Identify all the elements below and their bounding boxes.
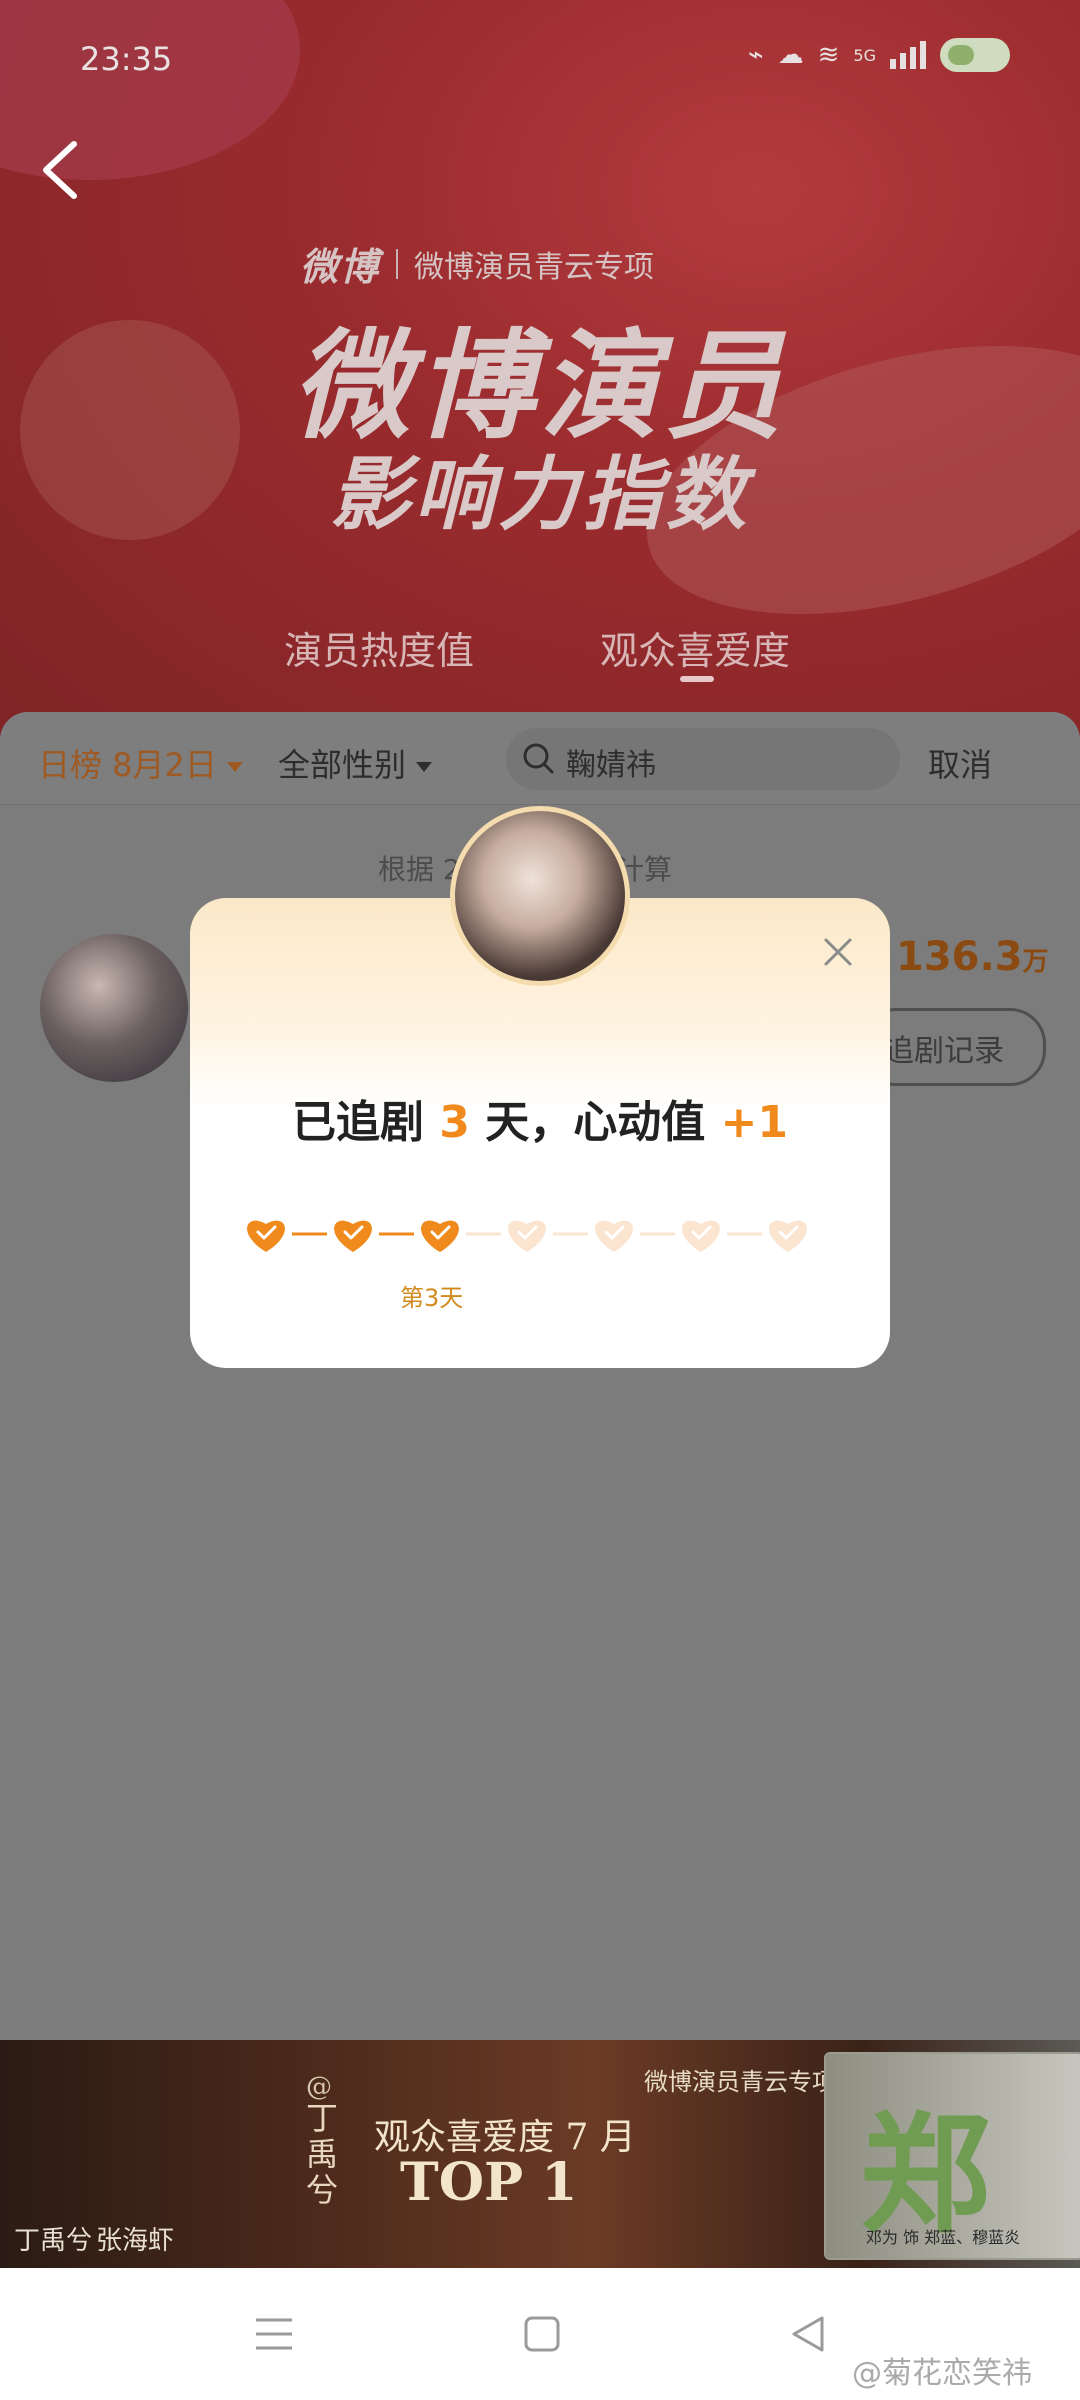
tab-active-indicator bbox=[680, 676, 714, 682]
banner-poster-credit: 邓为 饰 郑蓝、穆蓝炎 bbox=[866, 2228, 1021, 2247]
score-value: 136.3万 bbox=[896, 934, 1049, 980]
record-button-label: 追剧记录 bbox=[884, 1034, 1004, 1069]
home-icon[interactable] bbox=[522, 2314, 562, 2354]
weibo-logo: 微博 bbox=[300, 245, 381, 289]
gender-filter-label: 全部性别 bbox=[278, 746, 407, 784]
notification-icon: ☁ bbox=[777, 40, 804, 70]
heart-empty-icon bbox=[769, 1220, 807, 1252]
divider bbox=[396, 248, 399, 279]
cancel-button[interactable]: 取消 bbox=[928, 740, 992, 786]
back-nav-icon[interactable] bbox=[788, 2314, 828, 2354]
watermark: @菊花恋笑祎 bbox=[852, 2356, 1032, 2391]
close-icon[interactable] bbox=[822, 936, 854, 968]
brand-subtitle: 微博演员青云专项 bbox=[414, 249, 655, 285]
avatar bbox=[450, 806, 630, 986]
date-filter-label: 日榜 8月2日 bbox=[38, 746, 217, 784]
banner-at: @ bbox=[306, 2072, 332, 2102]
heart-points: +1 bbox=[720, 1097, 789, 1148]
banner-name-2: 张海虾 bbox=[96, 2226, 175, 2256]
search-input[interactable]: 鞠婧祎 bbox=[506, 728, 900, 790]
signal-icon bbox=[890, 41, 926, 69]
basis-note-left: 根据 2 bbox=[378, 853, 461, 886]
menu-icon[interactable] bbox=[254, 2314, 294, 2354]
score-unit: 万 bbox=[1022, 947, 1049, 977]
banner-name-vertical: 丁禹兮 bbox=[306, 2099, 339, 2209]
tab-love[interactable]: 观众喜爱度 bbox=[600, 620, 790, 675]
heart-checked-icon bbox=[334, 1220, 372, 1252]
battery-icon bbox=[940, 38, 1010, 72]
banner-name-1: 丁禹兮 bbox=[14, 2226, 93, 2256]
wifi-icon: ≋ bbox=[817, 40, 840, 70]
dialog-title: 已追剧 3 天，心动值 +1 bbox=[190, 1086, 890, 1150]
back-icon[interactable] bbox=[38, 140, 82, 200]
search-value: 鞠婧祎 bbox=[566, 748, 656, 783]
days-count: 3 bbox=[439, 1097, 470, 1148]
heart-empty-icon bbox=[595, 1220, 633, 1252]
brand-line: 微博 微博演员青云专项 bbox=[300, 236, 654, 291]
nfc-icon: ⌁ bbox=[747, 40, 764, 70]
dialog-title-prefix: 已追剧 bbox=[291, 1097, 440, 1148]
gender-filter[interactable]: 全部性别 bbox=[278, 740, 433, 786]
page-subtitle: 影响力指数 bbox=[330, 448, 750, 541]
status-icons: ⌁ ☁ ≋ 5G bbox=[748, 38, 1010, 72]
heart-empty-icon bbox=[508, 1220, 546, 1252]
search-icon bbox=[523, 743, 554, 774]
status-time: 23:35 bbox=[80, 40, 173, 78]
chevron-down-icon bbox=[226, 762, 243, 772]
heart-checked-icon bbox=[247, 1220, 285, 1252]
banner-special: 微博演员青云专项 bbox=[644, 2068, 836, 2096]
date-filter[interactable]: 日榜 8月2日 bbox=[38, 740, 243, 786]
dialog-title-mid: 天，心动值 bbox=[469, 1097, 721, 1148]
current-day-label: 第3天 bbox=[400, 1284, 464, 1312]
banner-top: TOP 1 bbox=[400, 2152, 578, 2213]
avatar[interactable] bbox=[40, 934, 188, 1082]
heart-empty-icon bbox=[682, 1220, 720, 1252]
promo-banner[interactable]: 丁禹兮 张海虾 @ 丁禹兮 微博演员青云专项 观众喜爱度 7 月 TOP 1 郑… bbox=[0, 2040, 1080, 2268]
day-progress-track bbox=[247, 1220, 807, 1252]
tab-heat[interactable]: 演员热度值 bbox=[284, 620, 474, 675]
chevron-down-icon bbox=[416, 762, 433, 772]
score-number: 136.3 bbox=[896, 934, 1023, 980]
network-type: 5G bbox=[853, 45, 876, 65]
heart-checked-icon bbox=[421, 1220, 459, 1252]
